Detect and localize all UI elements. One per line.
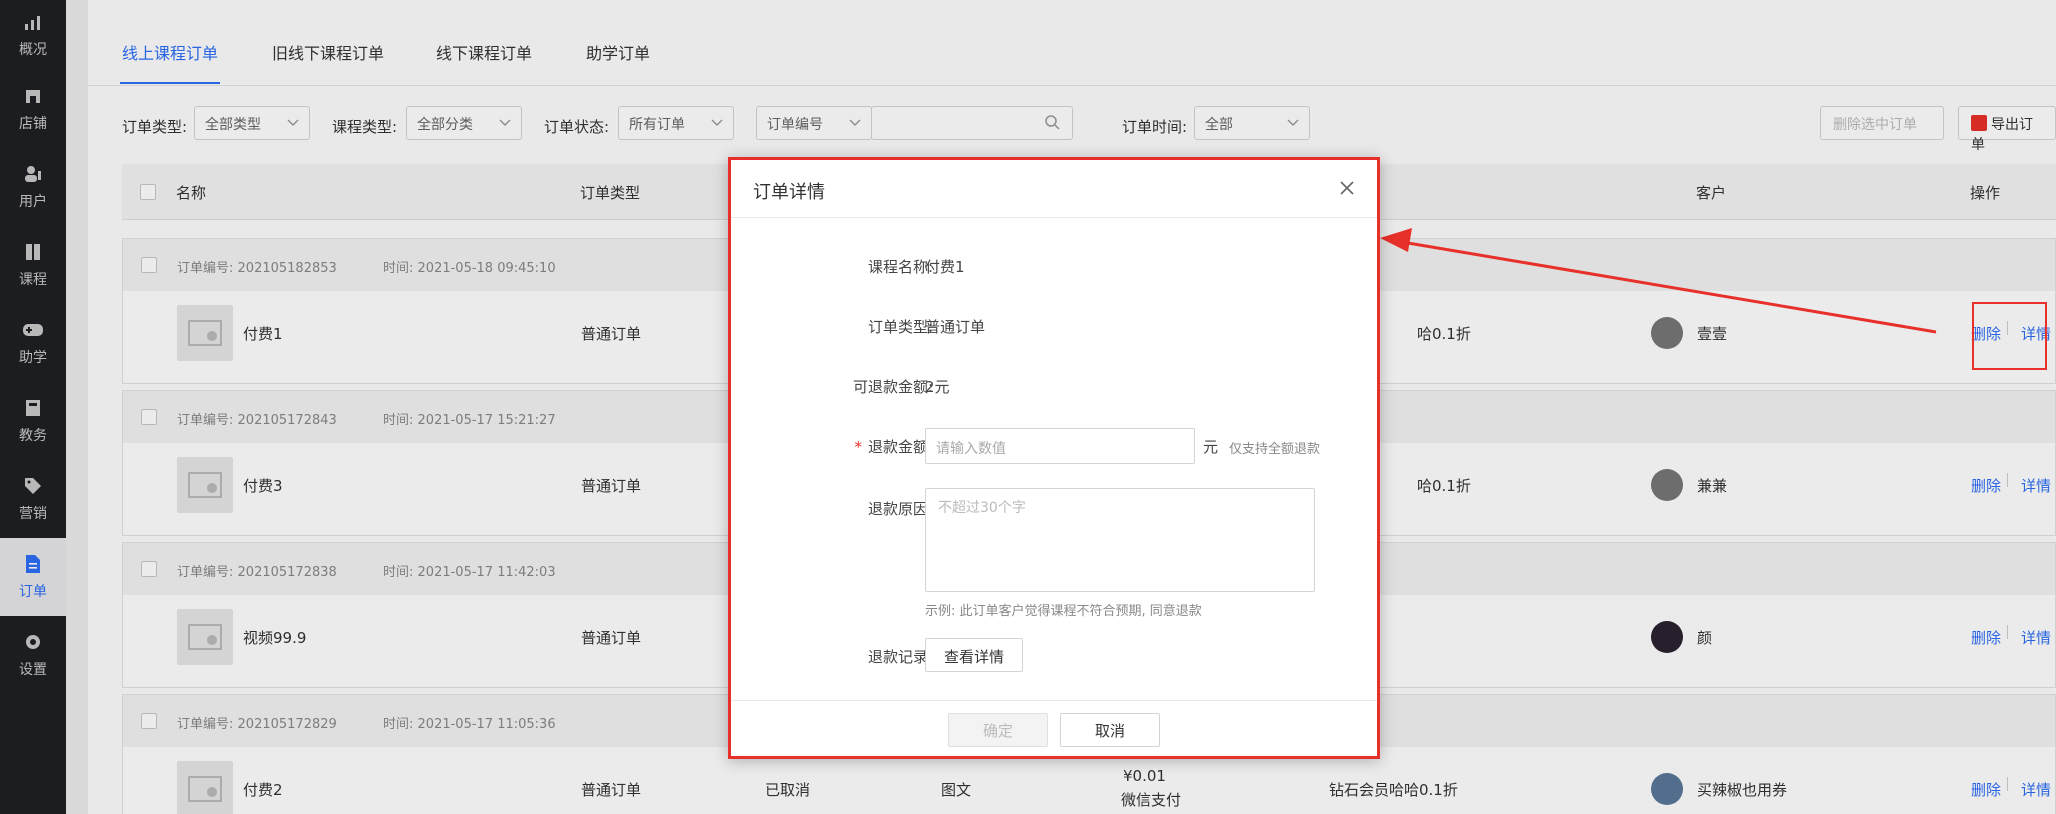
order-type-label: 订单类型: — [867, 318, 933, 336]
course-name-label: 课程名称: — [867, 258, 933, 276]
refund-reason-example: 示例: 此订单客户觉得课程不符合预期, 同意退款 — [925, 604, 1202, 619]
order-type-value: 普通订单 — [925, 318, 986, 336]
modal-header: 订单详情 — [731, 160, 1377, 218]
view-details-button[interactable]: 查看详情 — [925, 638, 1024, 672]
refund-amount-label: * 退款金额: — [854, 436, 933, 457]
refund-hint: 仅支持全额退款 — [1229, 442, 1321, 457]
refund-amount-label-text: 退款金额: — [867, 438, 933, 456]
modal-footer: 确定 取消 — [731, 700, 1377, 756]
refundable-label: 可退款金额: — [852, 378, 933, 396]
unit-label: 元 — [1203, 438, 1219, 456]
cancel-button[interactable]: 取消 — [1060, 713, 1160, 747]
course-name-value: 付费1 — [925, 258, 965, 276]
modal-title: 订单详情 — [753, 182, 825, 203]
confirm-button[interactable]: 确定 — [948, 713, 1048, 747]
refund-amount-row: * 退款金额: 请输入数值 元 仅支持全额退款 — [731, 428, 1377, 464]
order-detail-modal: 订单详情 课程名称: 付费1 订单类型: 普通订单 可退款金额: 2元 * 退款金… — [728, 157, 1380, 759]
refund-record-row: 退款记录: 查看详情 — [731, 638, 1377, 672]
close-icon[interactable] — [1335, 176, 1359, 200]
required-mark: * — [854, 438, 862, 456]
refund-reason-label: 退款原因: — [867, 500, 933, 518]
refund-reason-row: 退款原因: 不超过30个字 — [731, 488, 1377, 592]
refundable-value: 2元 — [925, 378, 950, 396]
refund-amount-input[interactable]: 请输入数值 — [925, 428, 1195, 464]
refund-record-label: 退款记录: — [867, 648, 933, 666]
refund-reason-textarea[interactable]: 不超过30个字 — [925, 488, 1315, 592]
